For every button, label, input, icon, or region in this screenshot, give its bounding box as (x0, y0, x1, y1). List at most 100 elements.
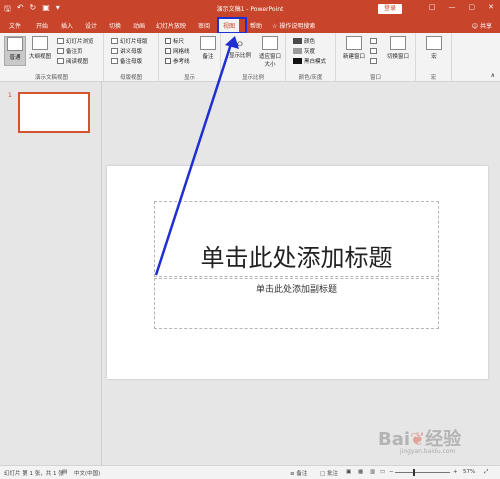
color-option[interactable]: 颜色 (293, 37, 315, 45)
notes-toggle[interactable]: ≡ 备注 (290, 469, 307, 477)
login-button[interactable]: 登录 (378, 4, 402, 14)
group-label: 显示 (183, 75, 195, 81)
notes-page-button[interactable]: 备注页 (57, 47, 83, 55)
tell-me-search[interactable]: ☆ 操作说明搜索 (272, 21, 315, 30)
comments-label: 批注 (326, 471, 338, 477)
notes-icon (200, 36, 216, 50)
black-white-swatch-icon (293, 58, 302, 64)
restore-ribbon-icon[interactable]: □ (429, 3, 436, 11)
fit-to-window-button[interactable]: 适应窗口大小 (257, 36, 283, 68)
slide-sorter-label: 幻灯片浏览 (66, 39, 94, 45)
grayscale-option[interactable]: 灰度 (293, 47, 315, 55)
reading-view-icon (57, 58, 64, 64)
reading-view-status-icon[interactable]: ▥ (370, 469, 375, 475)
macros-button[interactable]: 宏 (423, 36, 445, 60)
switch-window-label: 切换窗口 (386, 54, 409, 60)
group-label: 显示比例 (241, 75, 264, 81)
slide-thumbnail-pane: 1 (0, 82, 102, 465)
tab-file[interactable]: 文件 (9, 21, 21, 30)
switch-window-button[interactable]: 切换窗口 (384, 36, 412, 60)
move-split-button[interactable] (370, 57, 377, 65)
slide-canvas[interactable]: 单击此处添加标题 单击此处添加副标题 (107, 166, 488, 379)
slide-thumbnail[interactable] (18, 92, 90, 133)
slide-sorter-status-icon[interactable]: ▦ (358, 469, 363, 475)
notes-page-label: 备注页 (66, 49, 83, 55)
slide-master-button[interactable]: 幻灯片母版 (111, 37, 148, 45)
new-window-label: 新建窗口 (342, 54, 365, 60)
tab-review[interactable]: 审阅 (198, 21, 210, 30)
group-master-views: 幻灯片母版 讲义母版 备注母版 母版视图 (104, 33, 159, 82)
window-title: 演示文稿1 - PowerPoint (216, 6, 284, 13)
guides-checkbox[interactable]: 参考线 (165, 57, 190, 65)
cascade-button[interactable] (370, 47, 377, 55)
spellcheck-icon[interactable]: ▤ (62, 469, 67, 475)
close-icon[interactable]: ✕ (488, 3, 494, 11)
tab-home[interactable]: 开始 (36, 21, 48, 30)
grayscale-label: 灰度 (304, 49, 316, 55)
notes-master-label: 备注母版 (120, 59, 143, 65)
zoom-slider-thumb[interactable] (413, 469, 415, 476)
tab-slideshow[interactable]: 幻灯片放映 (156, 21, 186, 30)
person-icon: ☺ (471, 23, 479, 30)
zoom-slider-track[interactable] (395, 472, 450, 473)
watermark-url: jingyan.baidu.com (400, 448, 456, 455)
status-bar: 幻灯片 第 1 张，共 1 张 ▤ 中文(中国) ≡ 备注 □ 批注 ▣ ▦ ▥… (0, 465, 500, 479)
slide-master-label: 幻灯片母版 (120, 39, 148, 45)
group-color-grayscale: 颜色 灰度 黑白模式 颜色/灰度 (286, 33, 336, 82)
zoom-out-icon[interactable]: − (389, 469, 394, 475)
handout-master-icon (111, 48, 118, 54)
comments-toggle[interactable]: □ 批注 (320, 469, 338, 477)
group-presentation-views: 普通 大纲视图 幻灯片浏览 备注页 阅读视图 演示文稿视图 (0, 33, 104, 82)
collapse-ribbon-icon[interactable]: ∧ (491, 72, 495, 79)
notes-label: 备注 (202, 54, 214, 60)
normal-view-button[interactable]: 普通 (4, 36, 26, 66)
tab-design[interactable]: 设计 (85, 21, 97, 30)
slideshow-status-icon[interactable]: ▭ (380, 469, 385, 475)
move-split-icon (370, 58, 377, 64)
zoom-in-icon[interactable]: + (453, 469, 458, 475)
language-indicator[interactable]: 中文(中国) (74, 469, 100, 477)
ruler-label: 标尺 (173, 39, 185, 45)
gridlines-label: 网格线 (173, 49, 190, 55)
view-tab-highlight (217, 17, 247, 34)
group-label: 母版视图 (119, 75, 142, 81)
title-placeholder[interactable]: 单击此处添加标题 (154, 201, 439, 277)
maximize-icon[interactable]: ▢ (469, 3, 476, 11)
subtitle-placeholder[interactable]: 单击此处添加副标题 (154, 278, 439, 329)
minimize-icon[interactable]: — (449, 3, 456, 11)
normal-view-status-icon[interactable]: ▣ (346, 469, 351, 475)
new-window-button[interactable]: 新建窗口 (340, 36, 368, 60)
slide-count: 幻灯片 第 1 张，共 1 张 (4, 471, 64, 477)
reading-view-button[interactable]: 阅读视图 (57, 57, 88, 65)
tell-me-label: 操作说明搜索 (279, 23, 316, 30)
slide-sorter-button[interactable]: 幻灯片浏览 (57, 37, 94, 45)
zoom-percent[interactable]: 57% (463, 469, 475, 475)
notes-button[interactable]: 备注 (197, 36, 219, 60)
ribbon-tabs: 文件 开始 插入 设计 切换 动画 幻灯片放映 审阅 视图 帮助 ☆ 操作说明搜… (0, 18, 500, 33)
thumbnail-number: 1 (8, 92, 12, 99)
fit-slide-icon[interactable]: ⤢ (484, 469, 488, 476)
share-button[interactable]: ☺ 共享 (472, 21, 492, 30)
zoom-button[interactable]: ⌕ 显示比例 (225, 36, 255, 60)
tab-animations[interactable]: 动画 (133, 21, 145, 30)
switch-window-icon (390, 36, 406, 50)
black-white-option[interactable]: 黑白模式 (293, 57, 326, 65)
group-label: 演示文稿视图 (34, 75, 68, 81)
comments-icon: □ (320, 471, 326, 477)
outline-view-icon (32, 36, 48, 50)
color-swatch-icon (293, 38, 302, 44)
tab-help[interactable]: 帮助 (250, 21, 262, 30)
gridlines-checkbox[interactable]: 网格线 (165, 47, 190, 55)
arrange-all-button[interactable] (370, 37, 377, 45)
group-label: 颜色/灰度 (298, 75, 323, 81)
slide-sorter-icon (57, 38, 64, 44)
tab-insert[interactable]: 插入 (61, 21, 73, 30)
notes-master-button[interactable]: 备注母版 (111, 57, 142, 65)
ruler-checkbox[interactable]: 标尺 (165, 37, 184, 45)
outline-view-button[interactable]: 大纲视图 (29, 36, 51, 60)
slide-master-icon (111, 38, 118, 44)
handout-master-button[interactable]: 讲义母版 (111, 47, 142, 55)
group-window: 新建窗口 切换窗口 窗口 (336, 33, 416, 82)
tab-transitions[interactable]: 切换 (109, 21, 121, 30)
title-bar: 🖫 ↶ ↻ ▣ ▾ 演示文稿1 - PowerPoint 登录 □ — ▢ ✕ (0, 0, 500, 18)
